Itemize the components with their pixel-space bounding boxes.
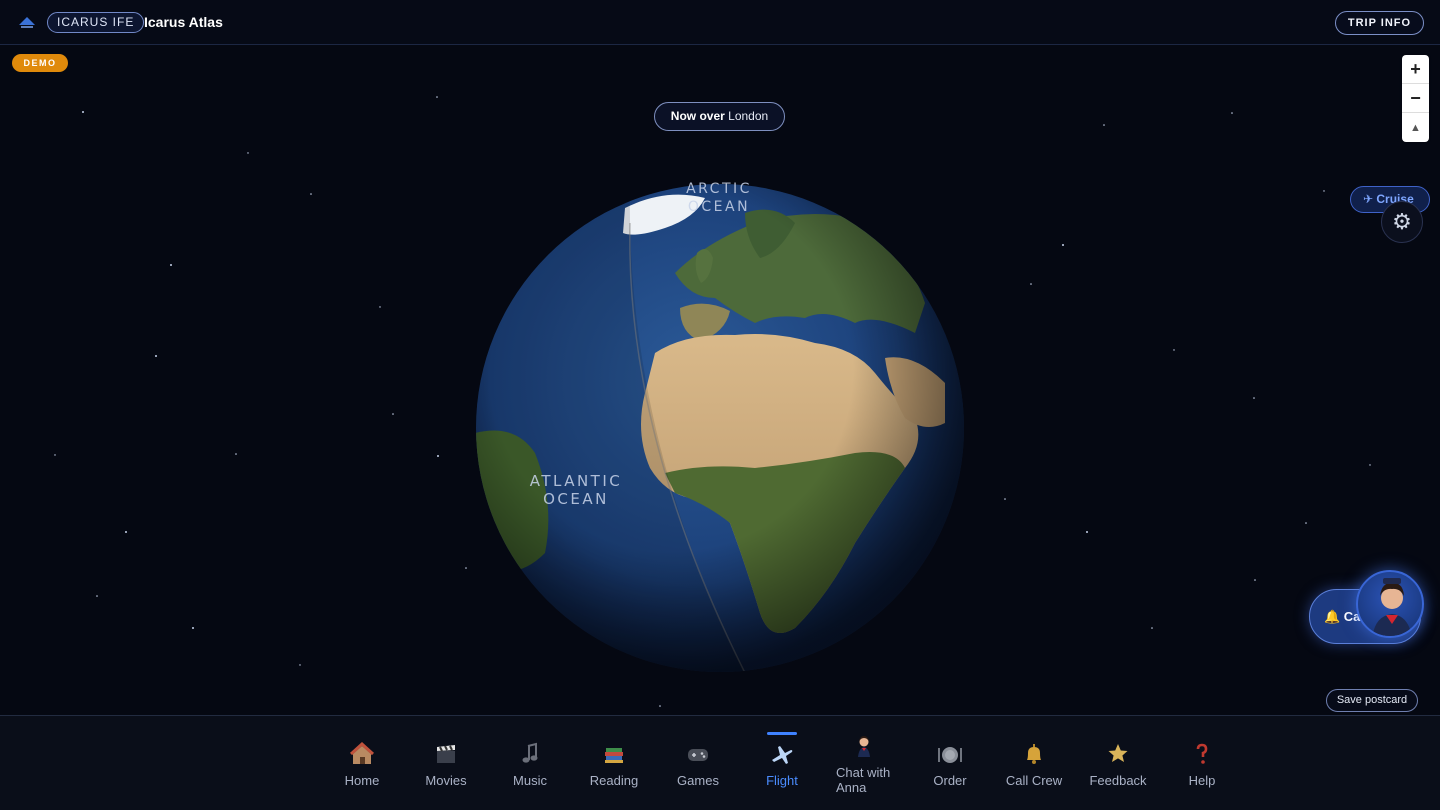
nav-label-order: Order (933, 773, 967, 788)
save-postcard-button[interactable]: Save postcard (1326, 689, 1418, 712)
trip-info-button[interactable]: TRIP INFO (1335, 11, 1424, 35)
arctic-ocean-label: ARCTIC OCEAN (671, 180, 767, 216)
nav-item-order[interactable]: Order (908, 716, 992, 810)
now-over-place: London (728, 109, 769, 123)
atlantic-label-line2: OCEAN (543, 490, 609, 508)
arctic-label-line2: OCEAN (687, 199, 751, 215)
demo-badge: DEMO (12, 54, 68, 72)
globe[interactable] (475, 183, 965, 673)
flight-attendant-icon (858, 736, 870, 757)
home-icon (349, 741, 375, 764)
nav-label-movies: Movies (425, 773, 467, 788)
settings-button[interactable]: ⚙ (1381, 201, 1423, 243)
nav-label-games: Games (677, 773, 719, 788)
music-note-icon (522, 742, 538, 763)
airline-logo-icon (19, 17, 35, 28)
nav-item-movies[interactable]: Movies (404, 716, 488, 810)
anna-avatar[interactable] (1356, 570, 1424, 638)
nav-label-help: Help (1188, 773, 1216, 788)
now-over-pill: Now over London (654, 102, 785, 131)
bottom-nav: Home Movies Music Reading Games Flight C… (0, 715, 1440, 810)
gear-icon: ⚙ (1392, 209, 1412, 234)
nav-item-feedback[interactable]: Feedback (1076, 716, 1160, 810)
clapperboard-icon (437, 745, 455, 763)
map-zoom-control: + − ▲ (1402, 55, 1429, 142)
atlantic-label-line1: ATLANTIC (529, 472, 623, 490)
reset-north-button[interactable]: ▲ (1402, 113, 1429, 142)
airplane-icon (772, 746, 793, 764)
nav-item-call-crew[interactable]: Call Crew (992, 716, 1076, 810)
now-over-prefix: Now over (670, 109, 725, 123)
zoom-in-button[interactable]: + (1402, 55, 1429, 84)
star-icon (1108, 744, 1128, 762)
nav-item-games[interactable]: Games (656, 716, 740, 810)
brand-pill: ICARUS IFE (47, 12, 145, 33)
nav-label-flight: Flight (766, 773, 798, 788)
nav-label-feedback: Feedback (1089, 773, 1147, 788)
nav-label-reading: Reading (589, 773, 639, 788)
nav-label-home: Home (344, 773, 380, 788)
nav-item-reading[interactable]: Reading (572, 716, 656, 810)
bell-icon (1027, 744, 1041, 764)
nav-label-chat-with-anna: Chat with Anna (836, 765, 891, 795)
atlantic-ocean-label: ATLANTIC OCEAN (522, 472, 630, 508)
nav-item-help[interactable]: Help (1160, 716, 1244, 810)
nav-item-chat-with-anna[interactable]: Chat with Anna (822, 716, 906, 810)
books-icon (605, 748, 623, 763)
active-tab-indicator (767, 732, 797, 735)
nav-item-flight[interactable]: Flight (740, 716, 824, 810)
nav-label-call-crew: Call Crew (1005, 773, 1063, 788)
zoom-out-button[interactable]: − (1402, 84, 1429, 113)
nav-label-music: Music (513, 773, 547, 788)
arctic-label-line1: ARCTIC (686, 181, 752, 197)
app-title: Icarus Atlas (144, 14, 223, 30)
top-header: ICARUS IFE Icarus Atlas TRIP INFO (0, 0, 1440, 45)
compass-icon: ▲ (1410, 121, 1421, 134)
nav-item-music[interactable]: Music (488, 716, 572, 810)
gamepad-icon (688, 749, 708, 761)
plate-icon (938, 747, 962, 763)
question-icon (1196, 743, 1208, 764)
nav-item-home[interactable]: Home (320, 716, 404, 810)
